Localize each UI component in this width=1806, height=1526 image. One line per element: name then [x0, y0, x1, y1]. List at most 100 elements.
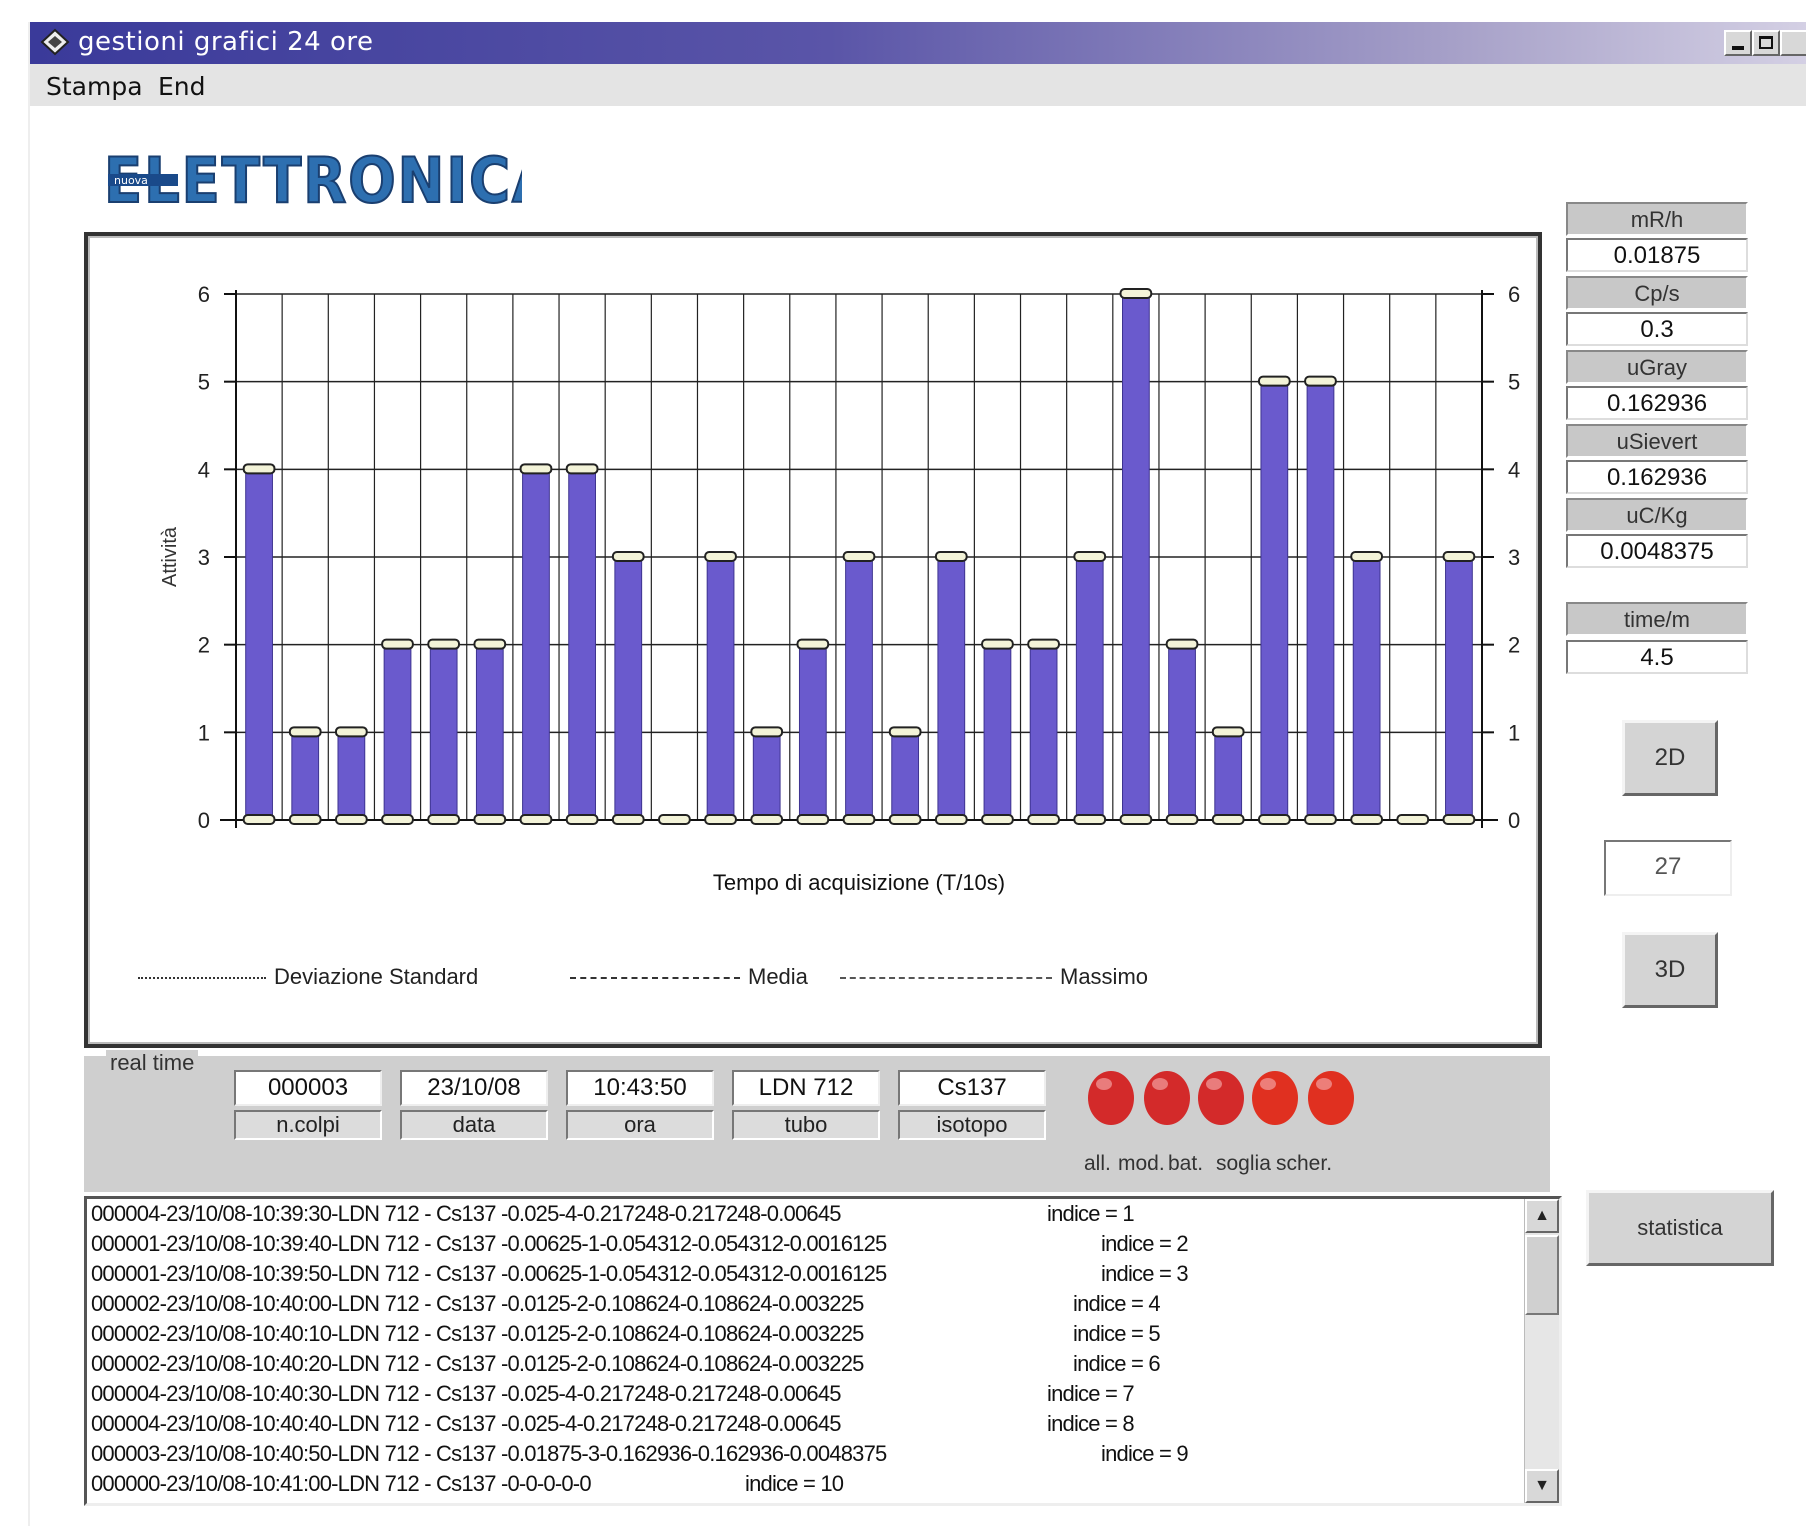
- bar-base-marker: [934, 814, 968, 825]
- y-tick-label-left: 0: [198, 808, 210, 833]
- log-row[interactable]: 000002-23/10/08-10:40:00-LDN 712 - Cs137…: [91, 1289, 1161, 1319]
- arrow-up-icon: ▲: [1534, 1207, 1550, 1224]
- bar-cap-marker: [611, 551, 645, 562]
- log-row[interactable]: 000001-23/10/08-10:39:40-LDN 712 - Cs137…: [91, 1229, 1189, 1259]
- bar-cap-marker: [473, 638, 507, 650]
- client-area: ELETTRONICA nuova 0 0 1 1 2 2 3 3 4 4 5 5 6 6 Tempo di…: [30, 106, 1806, 1526]
- log-row[interactable]: 000001-23/10/08-10:39:50-LDN 712 - Cs137…: [91, 1259, 1189, 1289]
- log-row[interactable]: 000003-23/10/08-10:40:50-LDN 712 - Cs137…: [91, 1439, 1189, 1469]
- legend-std-dev: Deviazione Standard: [138, 964, 478, 990]
- scroll-thumb[interactable]: [1525, 1235, 1559, 1315]
- bar: [752, 731, 781, 821]
- bar-base-marker: [1073, 814, 1107, 825]
- close-button[interactable]: [1780, 30, 1806, 56]
- bar-base-marker: [334, 814, 368, 825]
- legend-media-label: Media: [748, 964, 808, 989]
- y-tick-label-right: 5: [1508, 370, 1520, 395]
- bar: [429, 644, 458, 821]
- side-value-4: 0.0048375: [1566, 534, 1748, 568]
- log-listbox[interactable]: 000004-23/10/08-10:39:30-LDN 712 - Cs137…: [84, 1196, 1562, 1506]
- menu-end[interactable]: End: [158, 72, 206, 101]
- log-row[interactable]: 000004-23/10/08-10:40:30-LDN 712 - Cs137…: [91, 1379, 1135, 1409]
- bar-base-marker: [704, 814, 737, 825]
- bar-base-marker: [242, 814, 276, 825]
- y-tick-label-right: 1: [1508, 720, 1520, 745]
- bar-cap-marker: [1165, 638, 1199, 650]
- log-row[interactable]: 000004-23/10/08-10:40:40-LDN 712 - Cs137…: [91, 1409, 1135, 1439]
- scroll-up-button[interactable]: ▲: [1525, 1199, 1559, 1233]
- y-tick-label-right: 2: [1508, 633, 1520, 658]
- bar: [522, 468, 550, 821]
- chart-frame: 0 0 1 1 2 2 3 3 4 4 5 5 6 6 Tempo di acquisizione (T/1…: [84, 232, 1542, 1048]
- minimize-button[interactable]: [1724, 30, 1752, 56]
- bar-cap-marker: [981, 638, 1014, 650]
- time-per-min-value: 4.5: [1566, 640, 1748, 674]
- rt-label-data: data: [400, 1110, 548, 1140]
- log-row[interactable]: 000000-23/10/08-10:41:00-LDN 712 - Cs137…: [91, 1469, 844, 1499]
- log-row[interactable]: 000004-23/10/08-10:39:30-LDN 712 - Cs137…: [91, 1199, 1135, 1229]
- led-label-mod: mod.: [1118, 1152, 1165, 1175]
- bar-base-marker: [796, 814, 830, 825]
- y-tick-label-left: 5: [198, 370, 210, 395]
- log-row[interactable]: 000002-23/10/08-10:40:20-LDN 712 - Cs137…: [91, 1349, 1161, 1379]
- log-row-index: indice = 4: [1073, 1291, 1161, 1316]
- bar-cap-marker: [750, 726, 784, 738]
- arrow-down-icon: ▼: [1534, 1477, 1550, 1494]
- log-row-text: 000002-23/10/08-10:40:20-LDN 712 - Cs137…: [91, 1351, 864, 1376]
- bar-base-marker: [658, 814, 691, 825]
- legend-media: Media: [570, 964, 808, 990]
- 3d-button[interactable]: 3D: [1622, 932, 1718, 1008]
- side-label-3: uSievert: [1566, 424, 1748, 458]
- bar-cap-marker: [242, 463, 276, 475]
- legend-massimo-line: [840, 977, 1052, 980]
- menu-stampa[interactable]: Stampa: [46, 72, 143, 101]
- bar-base-marker: [750, 814, 784, 825]
- log-row[interactable]: 000002-23/10/08-10:40:10-LDN 712 - Cs137…: [91, 1319, 1161, 1349]
- bar-cap-marker: [1027, 638, 1060, 650]
- log-row-index: indice = 9: [1101, 1441, 1189, 1466]
- bar-base-marker: [1027, 814, 1060, 825]
- scroll-down-button[interactable]: ▼: [1525, 1469, 1559, 1503]
- bar-cap-marker: [934, 551, 968, 562]
- bar-cap-marker: [796, 638, 830, 650]
- bar-count-field[interactable]: 27: [1604, 840, 1732, 896]
- bar-base-marker: [981, 814, 1014, 825]
- maximize-button[interactable]: [1752, 30, 1780, 56]
- bar-cap-marker: [888, 726, 922, 738]
- bar-base-marker: [1396, 814, 1430, 825]
- log-row-text: 000004-23/10/08-10:40:40-LDN 712 - Cs137…: [91, 1411, 842, 1436]
- bar-cap-marker: [519, 463, 553, 475]
- legend-massimo-label: Massimo: [1060, 964, 1149, 989]
- log-row-index: indice = 5: [1073, 1321, 1161, 1346]
- led-bat-icon: [1198, 1071, 1244, 1125]
- led-label-all: all.: [1084, 1152, 1111, 1175]
- log-scrollbar[interactable]: ▲ ▼: [1524, 1199, 1559, 1503]
- legend-massimo: Massimo: [840, 964, 1148, 990]
- bar: [706, 556, 735, 821]
- side-value-2: 0.162936: [1566, 386, 1748, 420]
- bar-base-marker: [1211, 814, 1245, 825]
- bar: [1075, 556, 1104, 821]
- statistica-button[interactable]: statistica: [1586, 1190, 1774, 1266]
- log-row-index: indice = 3: [1101, 1261, 1189, 1286]
- legend-std-dev-label: Deviazione Standard: [274, 964, 479, 989]
- bar-base-marker: [1257, 814, 1291, 825]
- y-tick-label-left: 6: [198, 282, 210, 307]
- bar-base-marker: [519, 814, 553, 825]
- bar: [983, 644, 1012, 821]
- bar-cap-marker: [704, 551, 737, 562]
- bar: [614, 556, 643, 821]
- bar-cap-marker: [842, 551, 876, 562]
- y-tick-label-right: 3: [1508, 545, 1520, 570]
- led-label-bat: bat.: [1168, 1152, 1204, 1175]
- bar: [1168, 644, 1196, 821]
- bar: [798, 644, 827, 821]
- log-row-index: indice = 6: [1073, 1351, 1161, 1376]
- bar-cap-marker: [1119, 288, 1153, 299]
- y-tick-label-left: 2: [198, 633, 210, 658]
- bar: [475, 644, 504, 821]
- bar-base-marker: [565, 814, 599, 825]
- bar: [291, 731, 320, 821]
- 2d-button[interactable]: 2D: [1622, 720, 1718, 796]
- legend-std-dev-line: [138, 977, 266, 980]
